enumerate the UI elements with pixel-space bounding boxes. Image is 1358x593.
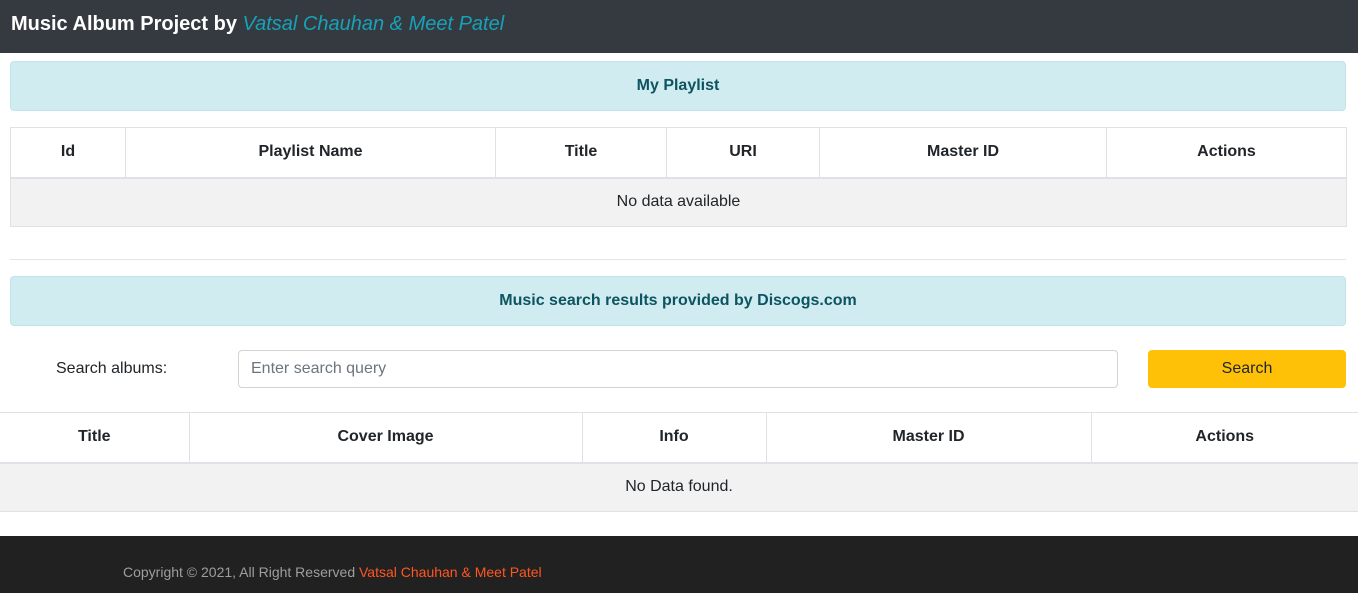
- results-col-title[interactable]: Title: [0, 412, 190, 464]
- copyright: Copyright © 2021, All Right Reserved Vat…: [123, 564, 542, 580]
- playlist-empty-message: No data available: [10, 177, 1347, 227]
- top-navbar: Music Album Project by Vatsal Chauhan & …: [0, 0, 1358, 53]
- brand-title: Music Album Project by: [11, 13, 243, 35]
- playlist-col-title[interactable]: Title: [495, 127, 667, 179]
- table-row: No data available: [10, 177, 1347, 227]
- search-heading-alert: Music search results provided by Discogs…: [10, 276, 1346, 326]
- search-heading: Music search results provided by Discogs…: [499, 292, 857, 309]
- search-results-table: Title Cover Image Info Master ID Actions…: [0, 412, 1358, 512]
- copyright-text: Copyright © 2021, All Right Reserved: [123, 564, 359, 580]
- results-table-header-row: Title Cover Image Info Master ID Actions: [0, 412, 1358, 464]
- section-divider: [10, 259, 1346, 260]
- results-col-cover-image[interactable]: Cover Image: [189, 412, 583, 464]
- playlist-col-uri[interactable]: URI: [666, 127, 820, 179]
- playlist-col-actions: Actions: [1106, 127, 1347, 179]
- playlist-table-header-row: Id Playlist Name Title URI Master ID Act…: [10, 127, 1347, 179]
- search-button[interactable]: Search: [1148, 350, 1346, 388]
- playlist-col-master-id[interactable]: Master ID: [819, 127, 1107, 179]
- playlist-table: Id Playlist Name Title URI Master ID Act…: [10, 127, 1347, 227]
- results-col-info[interactable]: Info: [582, 412, 767, 464]
- playlist-heading: My Playlist: [636, 77, 720, 94]
- results-col-master-id[interactable]: Master ID: [766, 412, 1092, 464]
- brand-authors: Vatsal Chauhan & Meet Patel: [242, 13, 505, 35]
- page-footer: Copyright © 2021, All Right Reserved Vat…: [0, 536, 1358, 593]
- results-empty-message: No Data found.: [0, 462, 1358, 512]
- playlist-heading-alert: My Playlist: [10, 61, 1346, 111]
- playlist-col-playlist-name[interactable]: Playlist Name: [125, 127, 496, 179]
- navbar-brand[interactable]: Music Album Project by Vatsal Chauhan & …: [11, 13, 504, 36]
- table-row: No Data found.: [0, 462, 1358, 512]
- results-col-actions: Actions: [1091, 412, 1358, 464]
- search-input[interactable]: [238, 350, 1118, 388]
- search-albums-label: Search albums:: [56, 360, 168, 377]
- footer-authors-link[interactable]: Vatsal Chauhan & Meet Patel: [359, 564, 542, 580]
- playlist-col-id[interactable]: Id: [10, 127, 126, 179]
